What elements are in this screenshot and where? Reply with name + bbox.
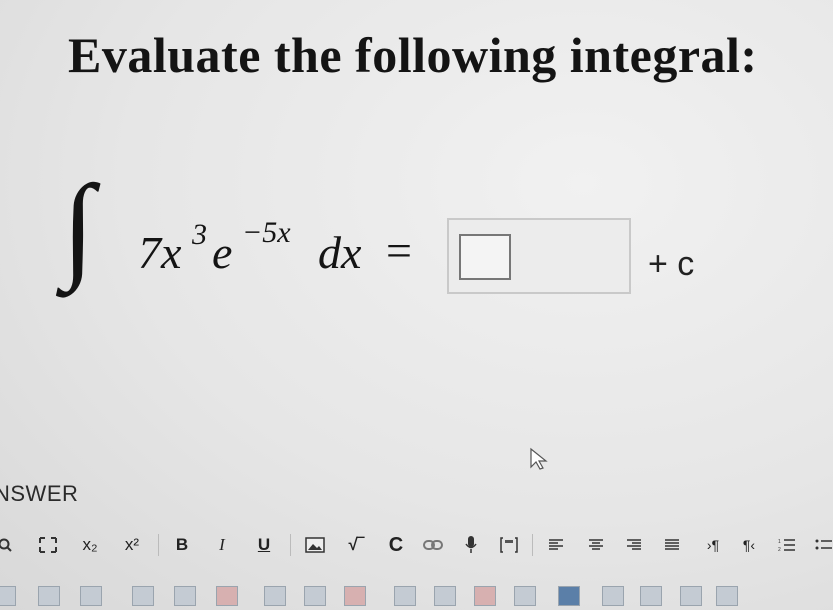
integrand-exponent: −5x [242, 216, 291, 249]
table-cell-split-icon[interactable] [716, 586, 738, 606]
mouse-cursor-icon [530, 447, 548, 470]
sqrt-button[interactable]: √‾ [342, 530, 370, 560]
bold-button[interactable]: B [170, 530, 194, 560]
paragraph-rtl-button[interactable]: ¶‹ [736, 530, 762, 560]
numbered-list-icon[interactable]: 12 [774, 530, 800, 560]
code-block-icon[interactable] [496, 530, 522, 560]
integral-sign: ∫ [62, 161, 95, 292]
answer-input-placeholder-box[interactable] [459, 234, 511, 280]
toolbar-divider [532, 534, 533, 556]
integrand-coefficient: 7x [138, 227, 182, 278]
italic-button[interactable]: I [210, 530, 234, 560]
integrand-base: e [212, 227, 233, 278]
fullscreen-icon[interactable] [36, 530, 60, 560]
paragraph-ltr-button[interactable]: ›¶ [700, 530, 726, 560]
align-right-icon[interactable] [622, 530, 646, 560]
table-cell-icon[interactable] [304, 586, 326, 606]
table-delete-column-icon[interactable] [344, 586, 366, 606]
table-delete-icon[interactable] [474, 586, 496, 606]
differential: dx [318, 227, 362, 278]
table-properties-icon[interactable] [514, 586, 536, 606]
toolbar-divider [290, 534, 291, 556]
align-justify-icon[interactable] [660, 530, 684, 560]
special-character-button[interactable]: C [384, 530, 408, 560]
constant-of-integration: + c [648, 245, 695, 283]
table-insert-column-icon[interactable] [174, 586, 196, 606]
table-icon[interactable] [0, 586, 16, 606]
table-cell-icon[interactable] [264, 586, 286, 606]
table-delete-row-icon[interactable] [216, 586, 238, 606]
align-left-icon[interactable] [544, 530, 568, 560]
answer-label: NSWER [0, 481, 79, 506]
editor-toolbar: x₂ x² B I U √‾ C ›¶ ¶‹ 12 [0, 530, 833, 560]
question-title: Evaluate the following integral: [68, 27, 758, 83]
table-icon[interactable] [38, 586, 60, 606]
equals-sign: = [386, 225, 412, 276]
editor-toolbar-row-2 [0, 580, 833, 610]
table-insert-row-icon[interactable] [132, 586, 154, 606]
svg-text:1: 1 [778, 539, 781, 545]
link-icon[interactable] [420, 530, 446, 560]
table-merge-icon[interactable] [602, 586, 624, 606]
search-icon[interactable] [0, 530, 14, 560]
superscript-button[interactable]: x² [118, 530, 146, 560]
toolbar-divider [158, 534, 159, 556]
table-cell-merge-icon[interactable] [680, 586, 702, 606]
answer-input[interactable] [447, 218, 631, 294]
svg-text:2: 2 [778, 547, 781, 552]
underline-button[interactable]: U [252, 530, 276, 560]
subscript-button[interactable]: x₂ [76, 530, 104, 560]
integrand-power: 3 [192, 218, 207, 251]
table-style-icon[interactable] [558, 586, 580, 606]
table-split-icon[interactable] [640, 586, 662, 606]
table-insert-column-after-icon[interactable] [434, 586, 456, 606]
table-insert-column-before-icon[interactable] [394, 586, 416, 606]
align-center-icon[interactable] [584, 530, 608, 560]
bulleted-list-icon[interactable] [812, 530, 833, 560]
table-icon[interactable] [80, 586, 102, 606]
image-icon[interactable] [302, 530, 328, 560]
microphone-icon[interactable] [460, 530, 482, 560]
